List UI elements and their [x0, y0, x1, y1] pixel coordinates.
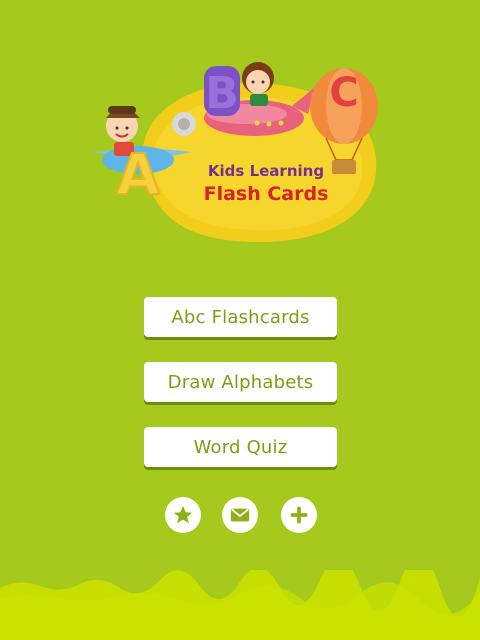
letter-a-icon: A: [115, 142, 161, 209]
logo-title-line2: Flash Cards: [204, 183, 329, 205]
abc-flashcards-button[interactable]: Abc Flashcards: [144, 297, 337, 337]
plus-icon: [290, 506, 308, 524]
letter-b-icon: B: [204, 66, 240, 119]
svg-text:A: A: [116, 143, 160, 208]
rate-button[interactable]: [165, 497, 201, 533]
svg-text:B: B: [205, 68, 239, 119]
word-quiz-button[interactable]: Word Quiz: [144, 427, 337, 467]
main-menu-screen: B A C Kids Learning Flash Cards Abc Flas…: [0, 0, 480, 640]
star-icon: [173, 505, 193, 524]
contact-button[interactable]: [222, 497, 258, 533]
logo-title-line1: Kids Learning: [208, 162, 324, 180]
mail-icon: [230, 508, 250, 522]
app-logo: B A C Kids Learning Flash Cards: [92, 62, 378, 243]
more-apps-button[interactable]: [281, 497, 317, 533]
letter-c-icon: C: [329, 70, 358, 116]
draw-alphabets-button[interactable]: Draw Alphabets: [144, 362, 337, 402]
svg-text:C: C: [329, 70, 358, 116]
ground-decoration: [0, 570, 480, 640]
